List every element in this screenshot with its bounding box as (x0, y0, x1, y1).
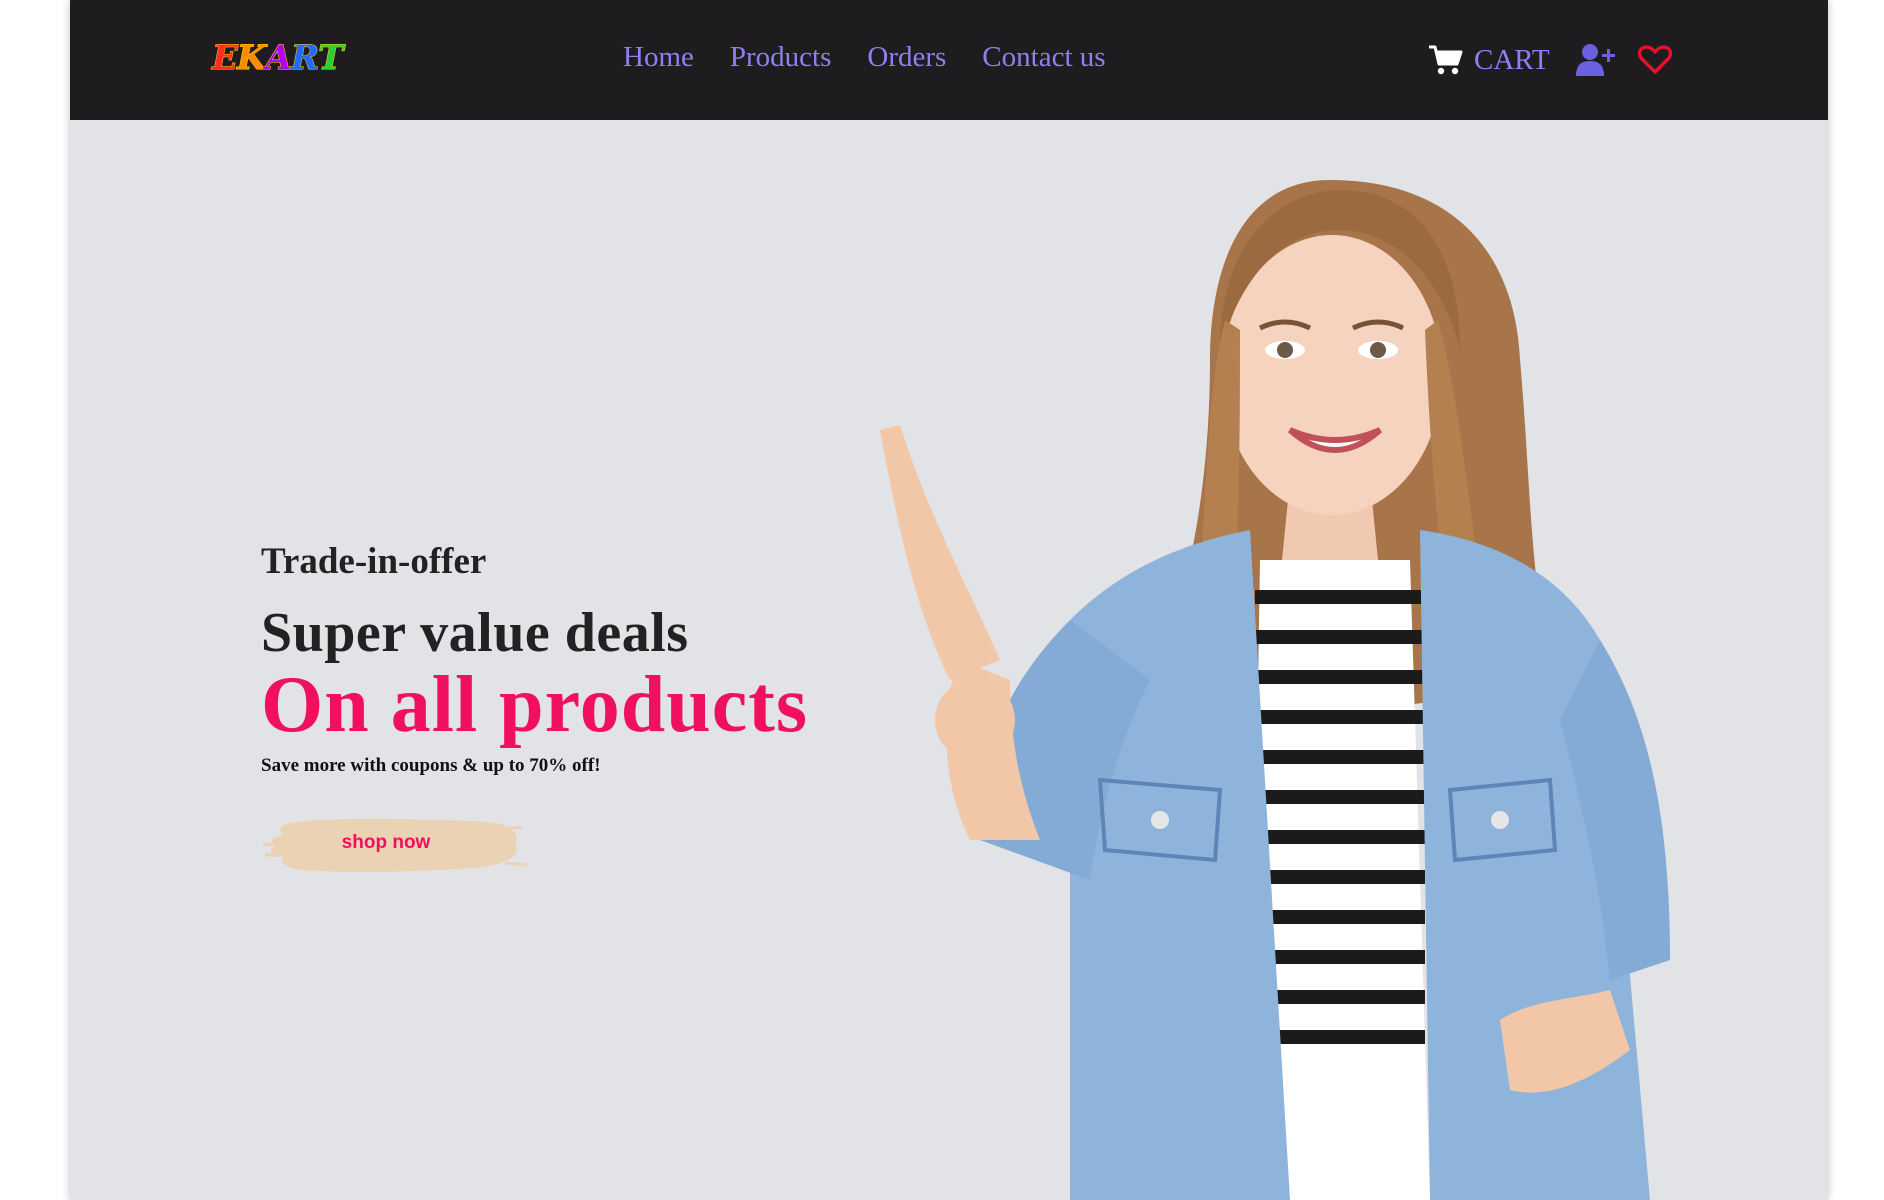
hero-model-image (880, 180, 1670, 1200)
hero-text: Trade-in-offer Super value deals On all … (261, 540, 808, 872)
logo-letter: E (212, 38, 239, 79)
hero-subtext: Save more with coupons & up to 70% off! (261, 755, 601, 776)
logo-letter: A (265, 38, 292, 79)
logo-letter: K (236, 38, 267, 79)
cart-button[interactable]: CART (1428, 44, 1550, 77)
navbar: E K A R T Home Products Orders Contact u… (70, 0, 1828, 120)
hero-headline: Super value deals (261, 602, 689, 664)
page: E K A R T Home Products Orders Contact u… (70, 0, 1828, 1200)
nav-actions: CART (1428, 36, 1672, 84)
cart-icon (1428, 44, 1464, 76)
cart-label: CART (1474, 43, 1550, 76)
nav-link-orders[interactable]: Orders (867, 41, 946, 74)
heart-icon[interactable] (1637, 45, 1672, 75)
shop-now-button[interactable]: shop now (261, 815, 531, 875)
nav-link-home[interactable]: Home (623, 41, 694, 74)
shop-now-label: shop now (341, 832, 431, 853)
nav-link-products[interactable]: Products (730, 41, 832, 74)
hero-highlight: On all products (261, 661, 808, 749)
hero-eyebrow: Trade-in-offer (261, 541, 487, 582)
logo-letter: T (318, 38, 344, 79)
nav-link-contact[interactable]: Contact us (982, 41, 1105, 74)
main-nav: Home Products Orders Contact us (623, 41, 1106, 74)
user-plus-icon[interactable] (1575, 43, 1616, 77)
logo[interactable]: E K A R T (212, 38, 344, 79)
logo-letter: R (290, 38, 319, 79)
hero-banner: Trade-in-offer Super value deals On all … (70, 120, 1828, 1200)
